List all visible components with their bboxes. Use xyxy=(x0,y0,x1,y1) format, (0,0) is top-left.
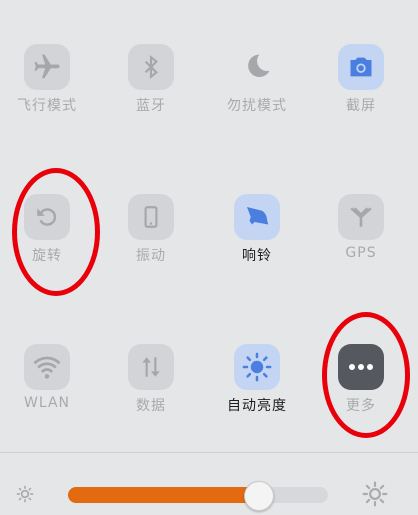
toggle-gps[interactable]: GPS xyxy=(309,194,413,314)
brightness-slider[interactable] xyxy=(68,487,328,503)
rotate-icon xyxy=(37,208,57,226)
rotate-button[interactable] xyxy=(24,194,70,240)
auto-brightness-button[interactable] xyxy=(234,344,280,390)
more-icon xyxy=(349,364,373,370)
toggle-airplane[interactable]: 飞行模式 xyxy=(0,44,99,164)
wifi-icon xyxy=(33,356,61,379)
toggle-label: 自动亮度 xyxy=(227,398,287,414)
bluetooth-icon xyxy=(144,54,159,80)
airplane-button[interactable] xyxy=(24,44,70,90)
dnd-button[interactable] xyxy=(234,44,280,90)
toggle-label: 飞行模式 xyxy=(17,98,77,114)
brightness-slider-fill xyxy=(68,487,258,503)
toggle-label: 更多 xyxy=(346,398,376,414)
bell-icon xyxy=(247,207,269,225)
toggle-screenshot[interactable]: 截屏 xyxy=(309,44,413,164)
screenshot-button[interactable] xyxy=(338,44,384,90)
gps-button[interactable] xyxy=(338,194,384,240)
vibrate-icon xyxy=(144,206,158,228)
toggle-label: 蓝牙 xyxy=(136,98,166,114)
toggle-label: GPS xyxy=(345,245,377,261)
toggle-label: 旋转 xyxy=(32,248,62,264)
wlan-button[interactable] xyxy=(24,344,70,390)
toggle-auto-brightness[interactable]: 自动亮度 xyxy=(205,344,309,464)
gps-antenna-icon xyxy=(350,207,372,227)
ring-button[interactable] xyxy=(234,194,280,240)
divider xyxy=(0,452,418,453)
vibrate-button[interactable] xyxy=(128,194,174,240)
toggle-ring[interactable]: 响铃 xyxy=(205,194,309,314)
toggle-vibrate[interactable]: 振动 xyxy=(99,194,203,314)
brightness-high-icon xyxy=(362,481,388,507)
toggle-more[interactable]: 更多 xyxy=(309,344,413,464)
toggle-label: 勿扰模式 xyxy=(227,98,287,114)
airplane-icon xyxy=(34,54,60,79)
brightness-low-icon xyxy=(16,485,34,503)
moon-icon xyxy=(248,54,270,77)
camera-icon xyxy=(350,57,372,77)
toggle-label: 响铃 xyxy=(242,248,272,264)
quick-settings-panel: 飞行模式 蓝牙 勿扰模式 截屏 旋转 振动 响铃 GPS WLAN 数据 自动亮… xyxy=(0,0,418,515)
toggle-label: 振动 xyxy=(136,248,166,264)
data-arrows-icon xyxy=(142,357,160,377)
toggle-label: 截屏 xyxy=(346,98,376,114)
toggle-label: WLAN xyxy=(23,395,70,411)
more-button[interactable] xyxy=(338,344,384,390)
toggle-wlan[interactable]: WLAN xyxy=(0,344,99,464)
sun-icon xyxy=(242,352,272,382)
toggle-dnd[interactable]: 勿扰模式 xyxy=(205,44,309,164)
toggle-label: 数据 xyxy=(136,398,166,414)
toggle-bluetooth[interactable]: 蓝牙 xyxy=(99,44,203,164)
toggle-rotate[interactable]: 旋转 xyxy=(0,194,99,314)
data-button[interactable] xyxy=(128,344,174,390)
bluetooth-button[interactable] xyxy=(128,44,174,90)
brightness-slider-thumb[interactable] xyxy=(243,481,274,511)
toggle-data[interactable]: 数据 xyxy=(99,344,203,464)
